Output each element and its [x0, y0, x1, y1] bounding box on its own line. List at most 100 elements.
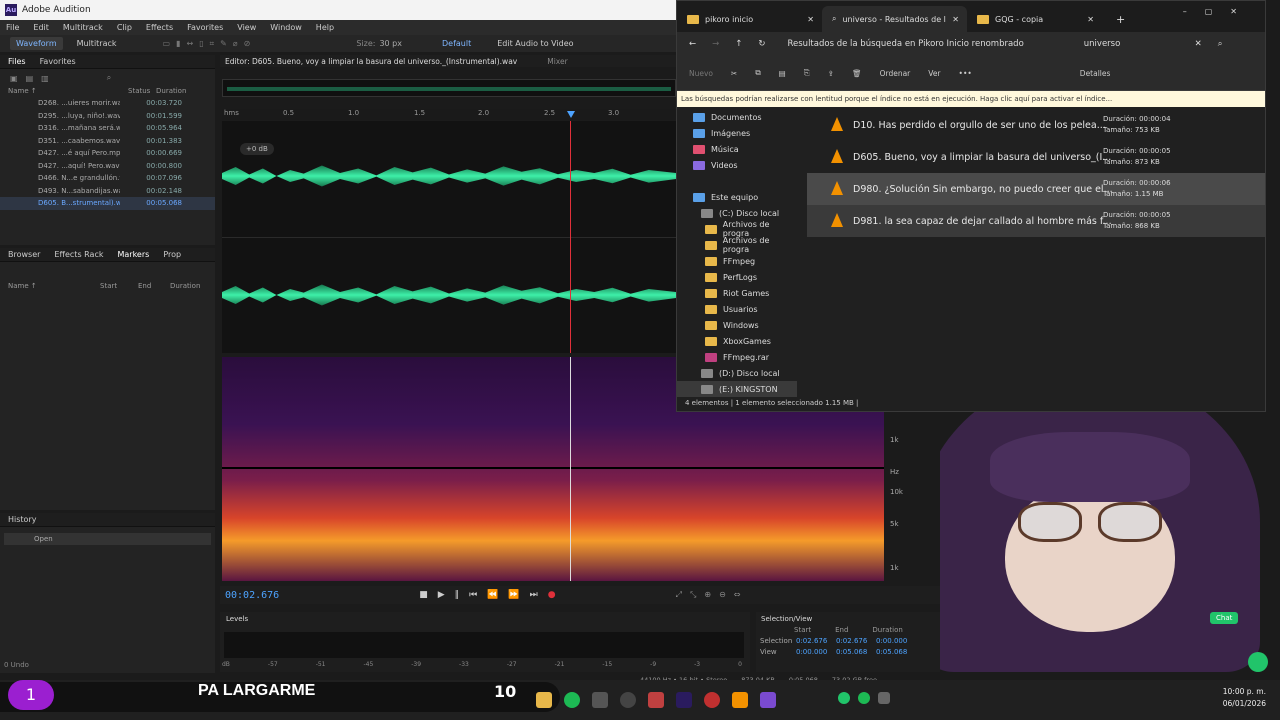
import-icon[interactable]: ▤	[26, 74, 34, 83]
file-row[interactable]: D351. ...caabemos.wav 00:01.383	[0, 135, 215, 148]
size-value[interactable]: 30 px	[379, 39, 402, 48]
editor-title[interactable]: Editor: D605. Bueno, voy a limpiar la ba…	[225, 57, 517, 66]
tool-icons[interactable]: ▭▮↔▯⌗✎⌀⊘	[163, 39, 257, 49]
tab-mixer[interactable]: Mixer	[547, 57, 567, 66]
close-icon[interactable]: ✕	[952, 15, 959, 24]
col-end[interactable]: End	[138, 282, 170, 290]
multitrack-button[interactable]: Multitrack	[71, 37, 123, 50]
forward-icon[interactable]: →	[712, 39, 719, 49]
tab-properties[interactable]: Prop	[163, 250, 181, 259]
close-icon[interactable]: ✕	[807, 15, 814, 24]
refresh-icon[interactable]: ↻	[758, 39, 765, 49]
new-tab-icon[interactable]: +	[1116, 13, 1125, 26]
waveform-button[interactable]: Waveform	[10, 37, 63, 50]
search-icon[interactable]: ⌕	[1218, 39, 1223, 49]
playhead-marker-icon[interactable]	[567, 111, 575, 118]
nav-item[interactable]: FFmpeg	[677, 253, 797, 269]
selection-start[interactable]: 0:02.676	[796, 637, 830, 645]
nav-item[interactable]: Riot Games	[677, 285, 797, 301]
index-info-bar[interactable]: Las búsquedas podrían realizarse con len…	[677, 91, 1265, 107]
view-duration[interactable]: 0:05.068	[876, 648, 907, 656]
hud-gain[interactable]: +0 dB	[240, 143, 274, 155]
riot-icon[interactable]	[648, 692, 664, 708]
nav-item[interactable]: (E:) KINGSTON	[677, 381, 797, 397]
file-row[interactable]: D268. ...uieres morir.wav * 00:03.720	[0, 97, 215, 110]
chat-button[interactable]: Chat	[1210, 612, 1239, 624]
nav-item[interactable]: Windows	[677, 317, 797, 333]
file-row[interactable]: D427. ...aquí! Pero.wav * 00:00.800	[0, 160, 215, 173]
menu-window[interactable]: Window	[270, 23, 302, 32]
col-start[interactable]: Start	[100, 282, 138, 290]
spotify-tray-icon[interactable]	[858, 692, 870, 704]
chat-bubble-icon[interactable]	[1248, 652, 1268, 672]
nav-item[interactable]: XboxGames	[677, 333, 797, 349]
selection-duration[interactable]: 0:00.000	[876, 637, 907, 645]
up-icon[interactable]: ↑	[735, 39, 742, 49]
nav-item[interactable]: Documentos	[677, 109, 797, 125]
app-icon[interactable]	[704, 692, 720, 708]
nav-item[interactable]: Imágenes	[677, 125, 797, 141]
result-row[interactable]: D605. Bueno, voy a limpiar la basura del…	[807, 141, 1265, 173]
tray-icon[interactable]	[878, 692, 890, 704]
obs-icon[interactable]	[620, 692, 636, 708]
vs-icon[interactable]	[760, 692, 776, 708]
nav-item[interactable]: (C:) Disco local	[677, 205, 797, 221]
search-box[interactable]: universo ✕	[1084, 39, 1202, 49]
result-row-selected[interactable]: D980. ¿Solución Sin embargo, no puedo cr…	[807, 173, 1265, 205]
more-icon[interactable]: •••	[959, 69, 972, 78]
nav-item[interactable]: Videos	[677, 157, 797, 173]
open-file-icon[interactable]: ▣	[10, 74, 18, 83]
transport-controls[interactable]: ■▶‖⏮⏪⏩⏭	[419, 590, 548, 600]
tab-gqg-copia[interactable]: GQG - copia ✕	[967, 6, 1102, 32]
zoom-controls[interactable]: ⤢⤡⊕⊖⇔	[676, 590, 749, 600]
workspace-default[interactable]: Default	[442, 39, 471, 48]
nav-item[interactable]: (D:) Disco local	[677, 365, 797, 381]
file-explorer-icon[interactable]	[536, 692, 552, 708]
nav-item[interactable]: Este equipo	[677, 189, 797, 205]
tab-universo[interactable]: ⌕ universo - Resultados de l ✕	[822, 6, 967, 32]
file-row[interactable]: D427. ...é aquí Pero.mp3 * 00:00.669	[0, 147, 215, 160]
nav-item[interactable]: FFmpeg.rar	[677, 349, 797, 365]
selection-end[interactable]: 0:02.676	[836, 637, 870, 645]
col-status[interactable]: Status	[128, 87, 156, 97]
menu-clip[interactable]: Clip	[117, 23, 132, 32]
details-button[interactable]: Detalles	[1080, 69, 1111, 78]
file-row-selected[interactable]: D605. B...strumental).wav 00:05.068	[0, 197, 215, 210]
new-button[interactable]: Nuevo	[689, 69, 713, 78]
xbox-icon[interactable]	[838, 692, 850, 704]
history-item[interactable]: Open	[4, 533, 211, 545]
tab-effects-rack[interactable]: Effects Rack	[54, 250, 103, 259]
audition-icon[interactable]	[676, 692, 692, 708]
view-start[interactable]: 0:00.000	[796, 648, 830, 656]
delete-icon[interactable]: 🗑	[852, 69, 862, 78]
view-end[interactable]: 0:05.068	[836, 648, 870, 656]
cut-icon[interactable]: ✂	[731, 69, 737, 78]
nav-item[interactable]: Usuarios	[677, 301, 797, 317]
col-duration[interactable]: Duration	[156, 87, 186, 97]
search-input[interactable]: universo	[1084, 39, 1121, 49]
close-icon[interactable]: ✕	[1087, 15, 1094, 24]
spotify-icon[interactable]	[564, 692, 580, 708]
window-controls[interactable]: –▢✕	[1183, 7, 1255, 16]
menu-multitrack[interactable]: Multitrack	[63, 23, 103, 32]
file-row[interactable]: D466. N...e grandullón.wav 00:07.096	[0, 172, 215, 185]
file-row[interactable]: D493. N...sabandijas.wav * 00:02.148	[0, 185, 215, 198]
overview-bar[interactable]	[222, 79, 676, 97]
menu-edit[interactable]: Edit	[33, 23, 49, 32]
settings-icon[interactable]	[592, 692, 608, 708]
waveform-view[interactable]: +0 dB	[222, 121, 676, 353]
paste-icon[interactable]: ▤	[779, 69, 786, 78]
nav-item[interactable]: Archivos de progra	[677, 236, 797, 254]
search-icon[interactable]: ⌕	[107, 73, 111, 83]
vlc-icon[interactable]	[732, 692, 748, 708]
back-icon[interactable]: ←	[689, 39, 696, 49]
result-row[interactable]: D10. Has perdido el orgullo de ser uno d…	[807, 109, 1265, 141]
tab-browser[interactable]: Browser	[8, 250, 40, 259]
rename-icon[interactable]: ⎘	[804, 68, 810, 78]
copy-icon[interactable]: ⧉	[755, 68, 760, 78]
view-button[interactable]: Ver	[928, 69, 940, 78]
menu-favorites[interactable]: Favorites	[187, 23, 223, 32]
menu-help[interactable]: Help	[316, 23, 334, 32]
share-icon[interactable]: ⇪	[828, 69, 834, 78]
sort-button[interactable]: Ordenar	[880, 69, 911, 78]
